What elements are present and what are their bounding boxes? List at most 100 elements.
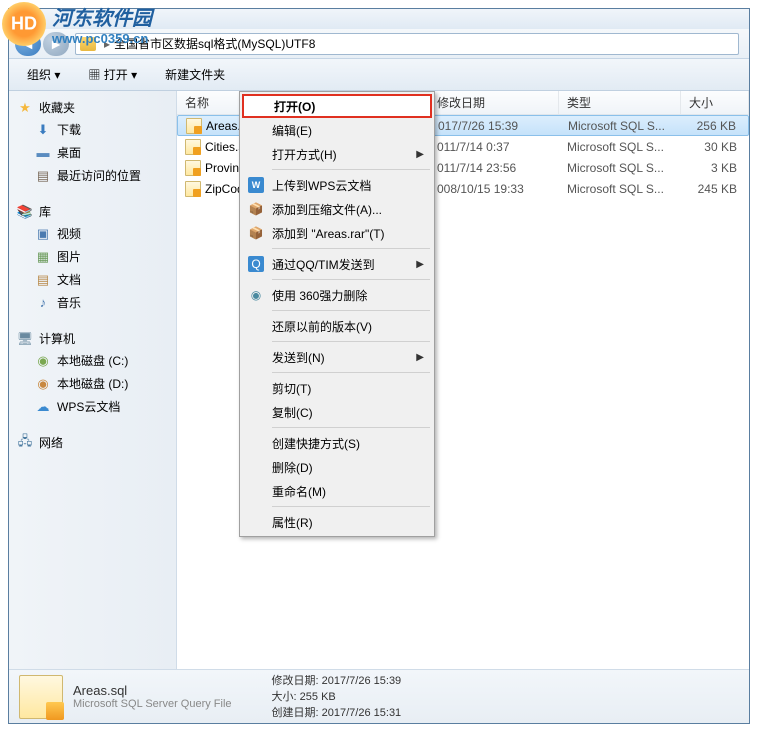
sidebar-music[interactable]: ♪音乐 [9, 291, 176, 314]
sidebar-documents[interactable]: ▤文档 [9, 268, 176, 291]
newfolder-button[interactable]: 新建文件夹 [155, 62, 235, 87]
main-area: ★收藏夹 ⬇下载 ▬桌面 ▤最近访问的位置 📚库 ▣视频 ▦图片 ▤文档 ♪音乐… [9, 91, 749, 669]
status-metadata: 修改日期: 2017/7/26 15:39 大小: 255 KB 创建日期: 2… [272, 673, 402, 721]
download-icon: ⬇ [35, 122, 51, 138]
submenu-arrow-icon: ▶ [416, 149, 424, 160]
disk-icon: ◉ [35, 376, 51, 392]
cm-edit[interactable]: 编辑(E) [242, 118, 432, 142]
wps-icon: W [248, 177, 264, 193]
menu-separator [272, 310, 430, 311]
submenu-arrow-icon: ▶ [416, 352, 424, 363]
organize-button[interactable]: 组织 ▾ [17, 62, 70, 87]
context-menu: 打开(O) 编辑(E) 打开方式(H)▶ W上传到WPS云文档 📦添加到压缩文件… [239, 91, 435, 537]
cm-open-with[interactable]: 打开方式(H)▶ [242, 142, 432, 166]
library-icon: 📚 [17, 204, 33, 220]
open-button[interactable]: ▦ 打开 ▾ [78, 62, 147, 87]
cm-shortcut[interactable]: 创建快捷方式(S) [242, 431, 432, 455]
content-area: 名称▲ 修改日期 类型 大小 Areas.s 017/7/26 15:39 Mi… [177, 91, 749, 669]
cloud-icon: ☁ [35, 399, 51, 415]
cm-wps-upload[interactable]: W上传到WPS云文档 [242, 173, 432, 197]
sidebar-wps-cloud[interactable]: ☁WPS云文档 [9, 395, 176, 418]
rar-icon: 📦 [248, 201, 264, 217]
rar-icon: 📦 [248, 225, 264, 241]
file-size: 245 KB [681, 182, 749, 196]
360-icon: ◉ [248, 287, 264, 303]
menu-separator [272, 372, 430, 373]
status-file-icon [19, 675, 63, 719]
column-size[interactable]: 大小 [681, 91, 749, 114]
file-size: 30 KB [681, 140, 749, 154]
dropdown-icon: ▾ [54, 68, 60, 82]
sql-file-icon [185, 139, 201, 155]
sidebar-favorites[interactable]: ★收藏夹 [9, 97, 176, 118]
status-filename: Areas.sql [73, 683, 232, 698]
video-icon: ▣ [35, 226, 51, 242]
recent-icon: ▤ [35, 168, 51, 184]
star-icon: ★ [17, 100, 33, 116]
file-date: 008/10/15 19:33 [429, 182, 559, 196]
column-type[interactable]: 类型 [559, 91, 681, 114]
path-box[interactable]: ▸ 全国省市区数据sql格式(MySQL)UTF8 [75, 33, 739, 55]
sidebar-videos[interactable]: ▣视频 [9, 222, 176, 245]
desktop-icon: ▬ [35, 145, 51, 161]
file-size: 256 KB [682, 119, 748, 133]
file-date: 017/7/26 15:39 [430, 119, 560, 133]
column-date[interactable]: 修改日期 [429, 91, 559, 114]
explorer-window: ◄ ► ▸ 全国省市区数据sql格式(MySQL)UTF8 组织 ▾ ▦ 打开 … [8, 8, 750, 724]
watermark-title: 河东软件园 [52, 2, 152, 31]
dropdown-icon: ▾ [131, 68, 137, 82]
file-date: 011/7/14 0:37 [429, 140, 559, 154]
disk-icon: ◉ [35, 353, 51, 369]
statusbar: Areas.sql Microsoft SQL Server Query Fil… [9, 669, 749, 723]
cm-open[interactable]: 打开(O) [242, 94, 432, 118]
sidebar-libraries[interactable]: 📚库 [9, 201, 176, 222]
cm-delete[interactable]: 删除(D) [242, 455, 432, 479]
watermark: 河东软件园 www.pc0359.cn [2, 2, 152, 46]
sidebar-disk-c[interactable]: ◉本地磁盘 (C:) [9, 349, 176, 372]
sidebar-pictures[interactable]: ▦图片 [9, 245, 176, 268]
status-filetype: Microsoft SQL Server Query File [73, 698, 232, 710]
watermark-logo-icon [2, 2, 46, 46]
cm-qq-send[interactable]: Q通过QQ/TIM发送到▶ [242, 252, 432, 276]
cm-copy[interactable]: 复制(C) [242, 400, 432, 424]
sql-file-icon [186, 118, 202, 134]
menu-separator [272, 427, 430, 428]
picture-icon: ▦ [35, 249, 51, 265]
file-size: 3 KB [681, 161, 749, 175]
cm-send-to[interactable]: 发送到(N)▶ [242, 345, 432, 369]
file-type: Microsoft SQL S... [559, 182, 681, 196]
cm-add-rar[interactable]: 📦添加到 "Areas.rar"(T) [242, 221, 432, 245]
sidebar: ★收藏夹 ⬇下载 ▬桌面 ▤最近访问的位置 📚库 ▣视频 ▦图片 ▤文档 ♪音乐… [9, 91, 177, 669]
file-name: ZipCod [205, 182, 244, 196]
menu-separator [272, 341, 430, 342]
menu-separator [272, 248, 430, 249]
menu-separator [272, 169, 430, 170]
cm-360-delete[interactable]: ◉使用 360强力删除 [242, 283, 432, 307]
document-icon: ▤ [35, 272, 51, 288]
file-type: Microsoft SQL S... [559, 140, 681, 154]
network-icon: 🖧 [17, 435, 33, 451]
cm-properties[interactable]: 属性(R) [242, 510, 432, 534]
cm-rename[interactable]: 重命名(M) [242, 479, 432, 503]
file-type: Microsoft SQL S... [559, 161, 681, 175]
sidebar-recent[interactable]: ▤最近访问的位置 [9, 164, 176, 187]
watermark-url: www.pc0359.cn [52, 31, 152, 46]
file-date: 011/7/14 23:56 [429, 161, 559, 175]
file-type: Microsoft SQL S... [560, 119, 682, 133]
submenu-arrow-icon: ▶ [416, 259, 424, 270]
qq-icon: Q [248, 256, 264, 272]
menu-separator [272, 279, 430, 280]
sidebar-network[interactable]: 🖧网络 [9, 432, 176, 453]
computer-icon: 🖥 [17, 331, 33, 347]
cm-add-archive[interactable]: 📦添加到压缩文件(A)... [242, 197, 432, 221]
sql-file-icon [185, 181, 201, 197]
menu-separator [272, 506, 430, 507]
sidebar-disk-d[interactable]: ◉本地磁盘 (D:) [9, 372, 176, 395]
toolbar: 组织 ▾ ▦ 打开 ▾ 新建文件夹 [9, 59, 749, 91]
sidebar-desktop[interactable]: ▬桌面 [9, 141, 176, 164]
sidebar-downloads[interactable]: ⬇下载 [9, 118, 176, 141]
sidebar-computer[interactable]: 🖥计算机 [9, 328, 176, 349]
music-icon: ♪ [35, 295, 51, 311]
cm-cut[interactable]: 剪切(T) [242, 376, 432, 400]
cm-restore[interactable]: 还原以前的版本(V) [242, 314, 432, 338]
